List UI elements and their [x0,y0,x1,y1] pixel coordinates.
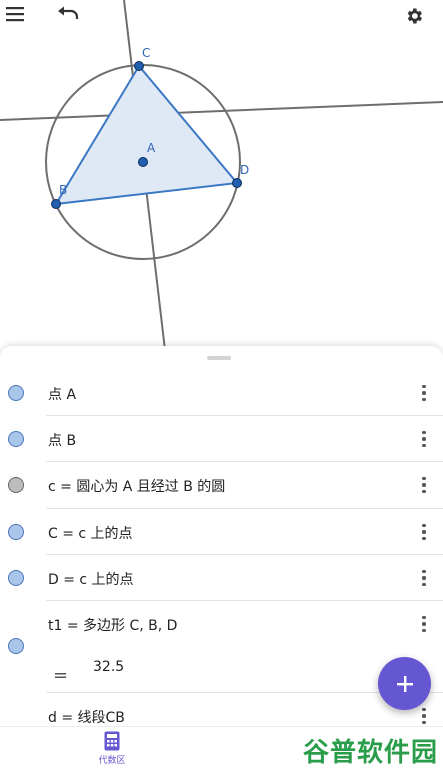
visibility-toggle[interactable] [8,431,24,447]
label-c: C [142,46,150,60]
watermark-logo: 谷普软件园 [303,732,439,768]
visibility-toggle[interactable] [8,477,24,493]
undo-icon [58,6,79,19]
label-d: D [240,163,249,177]
graphics-view[interactable]: C A B D [0,0,443,350]
gear-icon [407,8,422,24]
algebra-row-text: d = 线段CB [48,710,125,726]
more-options-icon[interactable] [414,473,434,497]
algebra-row-text: D = c 上的点 [48,572,134,588]
point-d[interactable] [232,178,242,188]
menu-icon [6,7,24,22]
settings-button[interactable] [404,6,434,36]
more-options-icon[interactable] [414,612,434,636]
point-c[interactable] [134,61,144,71]
geometry-drawing[interactable]: C A B D [0,0,443,350]
watermark-text: 谷普软件园 [303,738,439,768]
label-b: B [59,183,67,197]
visibility-toggle[interactable] [8,385,24,401]
more-options-icon[interactable] [414,381,434,405]
menu-button[interactable] [5,6,35,36]
algebra-row-point-b[interactable]: 点 B [0,416,443,462]
more-options-icon[interactable] [414,704,434,726]
algebra-row-point-a[interactable]: 点 A [0,370,443,416]
value-symbol: = [53,665,69,686]
tab-algebra-label: 代数区 [98,756,126,766]
algebra-row-circle-c[interactable]: c = 圆心为 A 且经过 B 的圆 [0,462,443,509]
point-b[interactable] [51,199,61,209]
add-input-button[interactable] [378,657,431,710]
algebra-row-text: t1 = 多边形 C, B, D [48,618,178,634]
label-a: A [147,141,156,155]
algebra-row-text: C = c 上的点 [48,526,133,542]
algebra-row-text: c = 圆心为 A 且经过 B 的圆 [48,479,226,495]
tab-algebra[interactable]: 代数区 [80,731,144,773]
algebra-row-point-c[interactable]: C = c 上的点 [0,509,443,555]
algebra-row-segment-d[interactable]: d = 线段CB [0,693,443,726]
more-options-icon[interactable] [414,520,434,544]
algebra-row-text: 点 B [48,433,77,449]
algebra-row-text: 点 A [48,387,77,403]
algebra-row-point-d[interactable]: D = c 上的点 [0,555,443,601]
visibility-toggle[interactable] [8,570,24,586]
polygon-area-value: 32.5 [93,659,125,675]
visibility-toggle[interactable] [8,524,24,540]
point-a[interactable] [138,157,148,167]
plus-icon [396,675,413,692]
more-options-icon[interactable] [414,566,434,590]
visibility-toggle[interactable] [8,638,24,654]
undo-button[interactable] [57,6,87,36]
more-options-icon[interactable] [414,427,434,451]
drag-handle[interactable] [207,356,231,360]
calculator-icon [104,731,120,751]
algebra-view[interactable]: 点 A 点 B c = 圆心为 A 且经过 B 的圆 C = c 上的点 D =… [0,346,443,726]
